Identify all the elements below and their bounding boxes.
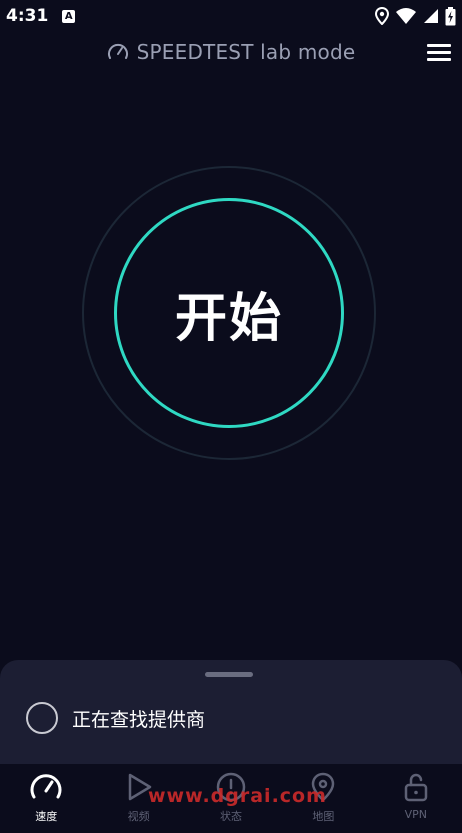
app-title: SPEEDTEST lab mode (107, 40, 356, 64)
menu-button[interactable] (424, 38, 454, 66)
nav-label-vpn: VPN (404, 808, 428, 821)
menu-icon-line (427, 57, 451, 61)
loading-spinner-icon (26, 702, 58, 734)
location-icon (375, 7, 389, 25)
cell-signal-icon (424, 9, 438, 23)
provider-status-text: 正在查找提供商 (72, 708, 206, 731)
provider-bottom-sheet: 正在查找提供商 (0, 660, 462, 764)
speedometer-logo-icon (107, 43, 128, 59)
menu-icon-line (427, 50, 451, 54)
app-title-text: SPEEDTEST lab mode (136, 40, 356, 64)
start-button-label: 开始 (174, 288, 283, 349)
menu-icon-line (427, 43, 451, 47)
notification-app-icon: A (62, 9, 76, 23)
status-icons (375, 6, 456, 26)
nav-item-vpn[interactable]: VPN (370, 764, 462, 833)
nav-label-status: 状态 (220, 810, 243, 823)
nav-label-speed: 速度 (35, 810, 58, 823)
nav-label-map: 地图 (312, 810, 335, 823)
status-time: 4:31 (6, 6, 49, 26)
watermark-text: www.dgrai.com (148, 785, 327, 807)
provider-status-row: 正在查找提供商 (26, 702, 205, 734)
nav-item-speed[interactable]: 速度 (0, 764, 92, 833)
unlock-icon (404, 773, 428, 802)
speedometer-icon (30, 774, 62, 799)
status-bar: 4:31 A (0, 0, 462, 32)
start-test-area: 开始 (82, 166, 376, 460)
wifi-icon (396, 8, 416, 24)
nav-label-video: 视频 (127, 810, 150, 823)
app-header: SPEEDTEST lab mode (0, 34, 462, 70)
start-test-button[interactable]: 开始 (114, 198, 344, 428)
sheet-drag-handle[interactable] (205, 672, 253, 677)
battery-charging-icon (445, 6, 456, 25)
